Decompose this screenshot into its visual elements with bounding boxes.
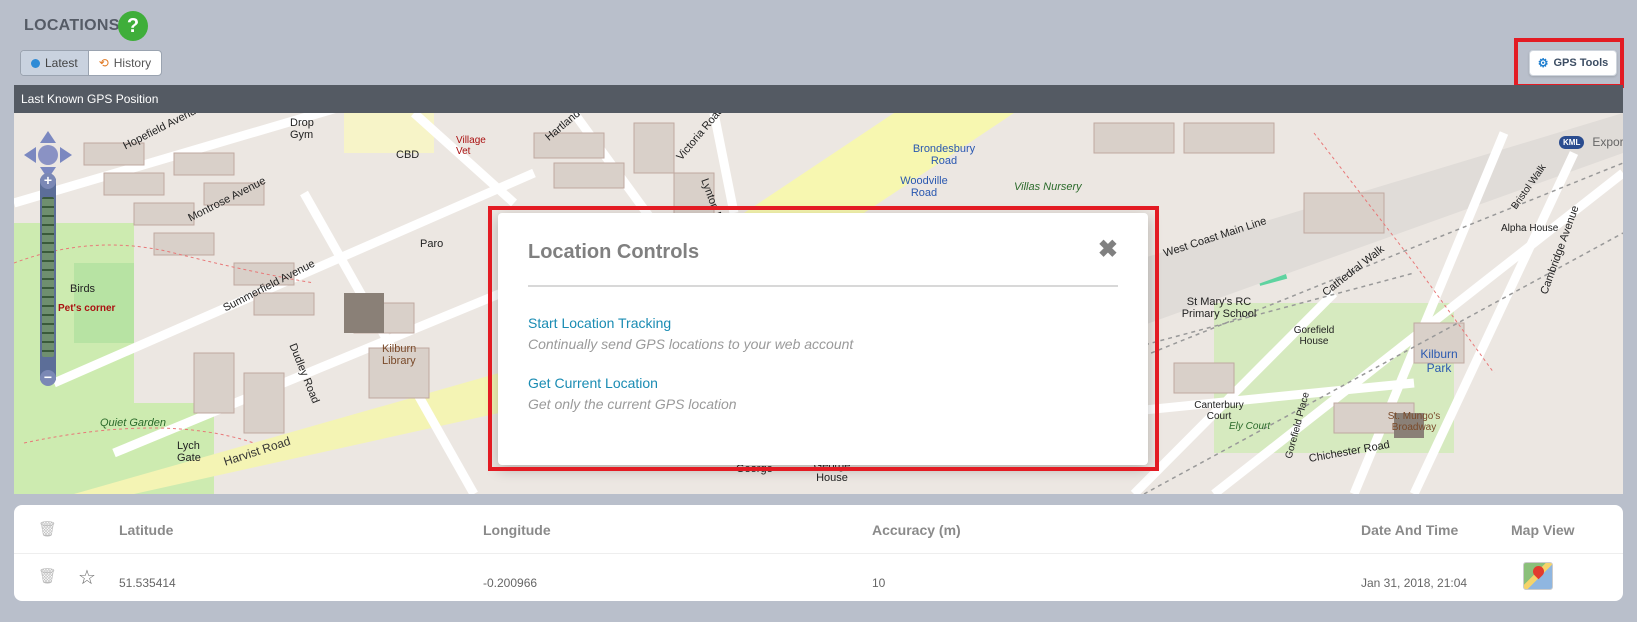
view-toggle: Latest ⟲ History bbox=[20, 50, 163, 76]
kml-badge: KML bbox=[1559, 135, 1585, 149]
cell-accuracy: 10 bbox=[872, 576, 886, 590]
map-label-st-mungos: St. Mungo's Broadway bbox=[1387, 411, 1441, 433]
map-label-gorefield-house: Gorefield House bbox=[1293, 325, 1335, 347]
map-label-quiet-garden: Quiet Garden bbox=[100, 417, 167, 429]
map-label-lych-gate: Lych Gate bbox=[177, 440, 201, 464]
map-label-cbd: CBD bbox=[396, 149, 420, 161]
zoom-slider[interactable]: + − bbox=[40, 173, 56, 386]
cell-datetime: Jan 31, 2018, 21:04 bbox=[1361, 576, 1468, 590]
zoom-track[interactable] bbox=[42, 197, 54, 357]
modal-highlight bbox=[488, 206, 1159, 471]
map-label-ely-court: Ely Court bbox=[1229, 421, 1271, 432]
map-label-st-marys: St Mary's RC Primary School bbox=[1181, 296, 1257, 320]
question-icon[interactable]: ? bbox=[118, 11, 148, 41]
trash-icon[interactable]: 🗑 bbox=[38, 520, 57, 538]
kml-export[interactable]: KML Export bbox=[1559, 135, 1623, 149]
map-label-kilburn-park: Kilburn Park bbox=[1420, 347, 1458, 375]
header-datetime[interactable]: Date And Time bbox=[1361, 522, 1458, 538]
history-icon: ⟲ bbox=[98, 56, 109, 70]
history-toggle[interactable]: ⟲ History bbox=[89, 51, 161, 75]
map-header: Last Known GPS Position bbox=[14, 85, 1623, 113]
zoom-out-button[interactable]: − bbox=[40, 370, 56, 386]
locations-table: 🗑 Latitude Longitude Accuracy (m) Date A… bbox=[14, 505, 1623, 601]
map-label-village-vet: Village Vet bbox=[456, 135, 486, 157]
map-label-villas-nursery: Villas Nursery bbox=[1014, 181, 1082, 193]
map-label-kilburn-library: Kilburn Library bbox=[382, 343, 417, 367]
map-label-brondesbury: Brondesbury Road bbox=[912, 143, 976, 167]
row-divider bbox=[14, 553, 1623, 554]
star-icon[interactable]: ☆ bbox=[78, 565, 96, 590]
map-label-canterbury: Canterbury Court bbox=[1194, 400, 1244, 422]
cell-longitude: -0.200966 bbox=[483, 576, 538, 590]
gps-tools-highlight bbox=[1514, 38, 1624, 88]
page-title: LOCATIONS bbox=[24, 17, 120, 34]
export-link[interactable]: Export bbox=[1592, 135, 1623, 149]
map-label-woodville: Woodville Road bbox=[900, 175, 948, 199]
header-latitude[interactable]: Latitude bbox=[119, 522, 173, 538]
latest-label: Latest bbox=[45, 56, 78, 70]
header-mapview: Map View bbox=[1511, 522, 1575, 538]
map-label-birds: Birds bbox=[70, 283, 96, 295]
map-pin-icon bbox=[1530, 563, 1547, 580]
zoom-in-button[interactable]: + bbox=[40, 173, 56, 189]
map-label-pets-corner: Pet's corner bbox=[58, 303, 116, 314]
cell-latitude: 51.535414 bbox=[119, 576, 176, 590]
dot-icon bbox=[31, 58, 40, 68]
map-label-alpha-house: Alpha House bbox=[1501, 223, 1559, 234]
trash-icon[interactable]: 🗑 bbox=[38, 567, 57, 585]
header-longitude[interactable]: Longitude bbox=[483, 522, 551, 538]
header-accuracy[interactable]: Accuracy (m) bbox=[872, 522, 961, 538]
map-label-paro: Paro bbox=[420, 238, 444, 250]
history-label: History bbox=[113, 56, 152, 70]
map-view-icon[interactable] bbox=[1523, 562, 1553, 590]
latest-toggle[interactable]: Latest bbox=[21, 51, 89, 75]
map-label-drop-gym: Drop Gym bbox=[290, 117, 314, 141]
